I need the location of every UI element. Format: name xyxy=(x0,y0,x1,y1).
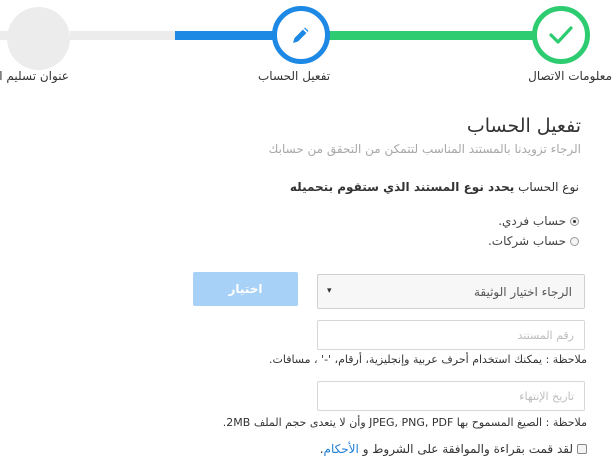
terms-text: لقد قمت بقراءة والموافقة على الشروط و ال… xyxy=(320,442,573,456)
document-number-input[interactable]: رقم المستند xyxy=(317,320,585,350)
document-number-note: ملاحظة : يمكنك استخدام أحرف عربية وإنجلي… xyxy=(268,353,587,366)
terms-link[interactable]: الأحكام xyxy=(324,442,359,456)
expiry-date-input[interactable]: تاريخ الإنتهاء xyxy=(317,381,585,411)
check-icon xyxy=(549,26,573,44)
step-circle-delivery xyxy=(7,7,70,70)
choose-file-button[interactable]: اختيار xyxy=(193,272,298,306)
document-type-select-value: الرجاء اختيار الوثيقة xyxy=(473,285,572,299)
radio-button-company[interactable] xyxy=(570,236,579,246)
step-circle-activation xyxy=(272,6,330,64)
progress-line-done xyxy=(327,31,539,40)
radio-button-individual[interactable] xyxy=(570,216,579,226)
progress-line-active xyxy=(175,31,280,40)
radio-label-company: حساب شركات. xyxy=(487,234,566,248)
step-label-delivery: عنوان تسليم الطلب xyxy=(0,69,69,83)
progress-line-pending xyxy=(70,31,175,40)
file-format-note: ملاحظة : الصيغ المسموح بها JPEG, PNG, PD… xyxy=(222,416,587,429)
step-label-activation: تفعيل الحساب xyxy=(258,69,331,83)
step-circle-contact xyxy=(532,6,590,64)
page-title: تفعيل الحساب xyxy=(466,115,581,137)
document-type-question-prefix: نوع الحساب xyxy=(518,180,579,194)
document-type-select[interactable]: الرجاء اختيار الوثيقة ▾ xyxy=(317,274,585,309)
document-type-question: نوع الحساب يحدد نوع المستند الذي ستقوم ب… xyxy=(290,180,579,194)
radio-company-account[interactable]: حساب شركات. xyxy=(488,234,579,248)
terms-text-body: لقد قمت بقراءة والموافقة على الشروط و xyxy=(362,442,573,456)
expiry-date-placeholder: تاريخ الإنتهاء xyxy=(519,390,574,403)
document-type-question-bold: يحدد نوع المستند الذي ستقوم بتحميله xyxy=(289,180,515,194)
terms-checkbox[interactable] xyxy=(577,444,587,454)
pencil-icon xyxy=(293,27,309,43)
page-subtitle: الرجاء تزويدنا بالمستند المناسب لتتمكن م… xyxy=(268,142,581,156)
terms-agreement: لقد قمت بقراءة والموافقة على الشروط و ال… xyxy=(320,442,587,456)
radio-individual-account[interactable]: حساب فردي. xyxy=(498,214,579,228)
radio-label-individual: حساب فردي. xyxy=(498,214,566,228)
step-label-contact: معلومات الاتصال xyxy=(528,69,612,83)
chevron-down-icon: ▾ xyxy=(327,286,332,296)
document-number-placeholder: رقم المستند xyxy=(517,329,574,342)
